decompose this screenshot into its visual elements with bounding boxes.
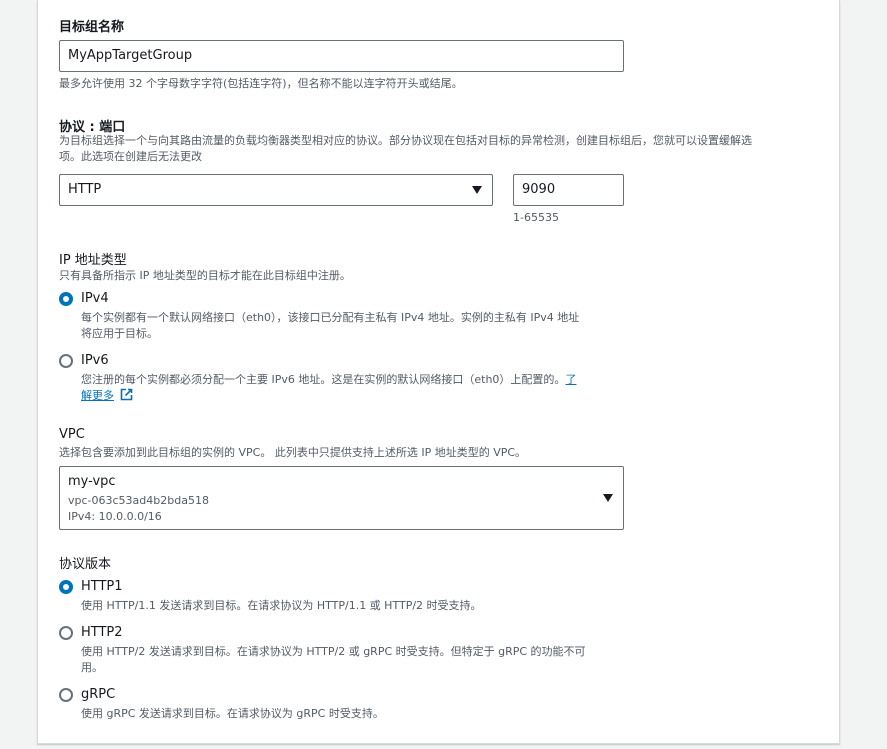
ipv4-desc-line1: 每个实例都有一个默认网络接口（eth0），该接口已分配有主私有 IPv4 地址。… xyxy=(81,311,580,324)
vpc-select[interactable]: my-vpc vpc-063c53ad4b2bda518 IPv4: 10.0.… xyxy=(59,466,624,530)
vpc-id: vpc-063c53ad4b2bda518 xyxy=(68,494,209,507)
ipv6-radio[interactable] xyxy=(59,354,73,368)
http2-desc-line1: 使用 HTTP/2 发送请求到目标。在请求协议为 HTTP/2 或 gRPC 时… xyxy=(81,645,586,658)
port-range-hint: 1-65535 xyxy=(513,211,559,224)
protocol-version-label: 协议版本 xyxy=(59,557,112,572)
http2-label[interactable]: HTTP2 xyxy=(81,625,123,640)
caret-down-icon xyxy=(603,494,613,502)
http1-desc: 使用 HTTP/1.1 发送请求到目标。在请求协议为 HTTP/1.1 或 HT… xyxy=(81,599,482,612)
protocol-port-desc: 为目标组选择一个与向其路由流量的负载均衡器类型相对应的协议。部分协议现在包括对目… xyxy=(59,133,829,165)
http2-radio[interactable] xyxy=(59,626,73,640)
ipv4-radio[interactable] xyxy=(59,292,73,306)
vpc-name: my-vpc xyxy=(68,474,116,489)
external-link-icon[interactable] xyxy=(120,388,133,401)
learn-more-link[interactable]: 解更多 xyxy=(81,389,114,402)
vpc-label: VPC xyxy=(59,427,85,442)
target-group-name-hint: 最多允许使用 32 个字母数字字符(包括连字符)，但名称不能以连字符开头或结尾。 xyxy=(59,77,463,90)
caret-down-icon xyxy=(472,186,482,194)
target-group-config-panel: 目标组名称 MyAppTargetGroup 最多允许使用 32 个字母数字字符… xyxy=(37,0,840,744)
http2-desc: 使用 HTTP/2 发送请求到目标。在请求协议为 HTTP/2 或 gRPC 时… xyxy=(81,644,641,676)
target-group-name-input[interactable]: MyAppTargetGroup xyxy=(59,40,624,72)
ip-type-label: IP 地址类型 xyxy=(59,253,127,268)
ipv4-label[interactable]: IPv4 xyxy=(81,291,109,306)
ipv6-desc-line1: 您注册的每个实例都必须分配一个主要 IPv6 地址。这是在实例的默认网络接口（e… xyxy=(81,373,566,386)
ipv6-desc: 您注册的每个实例都必须分配一个主要 IPv6 地址。这是在实例的默认网络接口（e… xyxy=(81,372,641,404)
ipv6-label[interactable]: IPv6 xyxy=(81,353,109,368)
target-group-name-label: 目标组名称 xyxy=(59,20,125,35)
protocol-port-desc-line1: 为目标组选择一个与向其路由流量的负载均衡器类型相对应的协议。部分协议现在包括对目… xyxy=(59,134,752,147)
grpc-desc: 使用 gRPC 发送请求到目标。在请求协议为 gRPC 时受支持。 xyxy=(81,707,384,720)
ipv4-desc: 每个实例都有一个默认网络接口（eth0），该接口已分配有主私有 IPv4 地址。… xyxy=(81,310,641,342)
vpc-cidr: IPv4: 10.0.0.0/16 xyxy=(68,510,162,523)
http1-label[interactable]: HTTP1 xyxy=(81,579,123,594)
vpc-desc: 选择包含要添加到此目标组的实例的 VPC。 此列表中只提供支持上述所选 IP 地… xyxy=(59,446,527,459)
ip-type-desc: 只有具备所指示 IP 地址类型的目标才能在此目标组中注册。 xyxy=(59,269,351,282)
ipv4-desc-line2: 将应用于目标。 xyxy=(81,327,158,340)
protocol-port-desc-line2: 项。此选项在创建后无法更改 xyxy=(59,150,202,163)
http1-radio[interactable] xyxy=(59,580,73,594)
port-input[interactable]: 9090 xyxy=(513,174,624,206)
grpc-radio[interactable] xyxy=(59,688,73,702)
http2-desc-line2: 用。 xyxy=(81,661,103,674)
protocol-select[interactable]: HTTP xyxy=(59,174,493,206)
grpc-label[interactable]: gRPC xyxy=(81,687,115,702)
learn-more-link-part1[interactable]: 了 xyxy=(565,373,576,386)
protocol-select-value: HTTP xyxy=(68,182,102,197)
